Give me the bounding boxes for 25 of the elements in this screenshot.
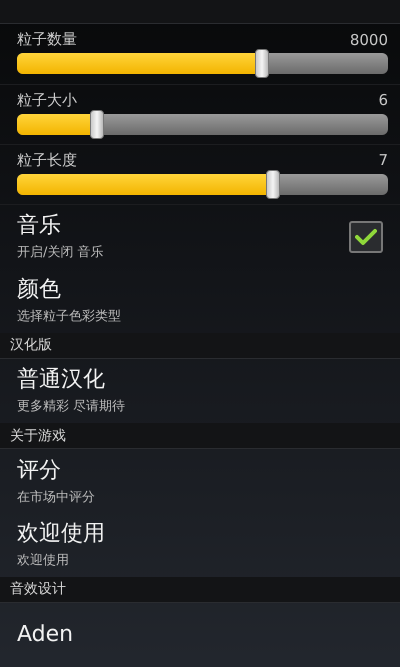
slider-thumb[interactable] — [90, 110, 104, 138]
section-title: 关于游戏 — [10, 426, 66, 444]
setting-summary: 欢迎使用 — [17, 552, 70, 570]
setting-title[interactable]: 评分 — [17, 456, 95, 485]
checkbox[interactable] — [349, 220, 383, 253]
slider-label: 粒子长度 — [17, 150, 77, 170]
setting-title[interactable]: 普通汉化 — [17, 366, 126, 394]
slider-value: 8000 — [350, 30, 388, 49]
setting-summary: 开启/关闭 音乐 — [17, 244, 104, 262]
slider-label: 粒子数量 — [17, 30, 77, 50]
slider-value: 7 — [378, 151, 388, 170]
slider-thumb[interactable] — [254, 49, 269, 78]
check-icon — [355, 228, 377, 246]
section-title: 汉化版 — [10, 336, 52, 354]
setting-title[interactable]: 欢迎使用 — [17, 520, 105, 548]
setting-title[interactable]: 颜色 — [17, 276, 121, 304]
slider-value: 6 — [378, 91, 388, 109]
setting-summary: 选择粒子色彩类型 — [17, 308, 121, 326]
setting-title[interactable]: 音乐 — [17, 212, 104, 240]
setting-title[interactable]: Aden — [17, 621, 74, 650]
section-title: 音效设计 — [10, 580, 66, 598]
slider-label: 粒子大小 — [17, 90, 77, 110]
setting-summary: 在市场中评分 — [17, 488, 95, 506]
setting-summary: 更多精彩 尽请期待 — [17, 398, 126, 416]
slider-thumb[interactable] — [266, 170, 280, 199]
